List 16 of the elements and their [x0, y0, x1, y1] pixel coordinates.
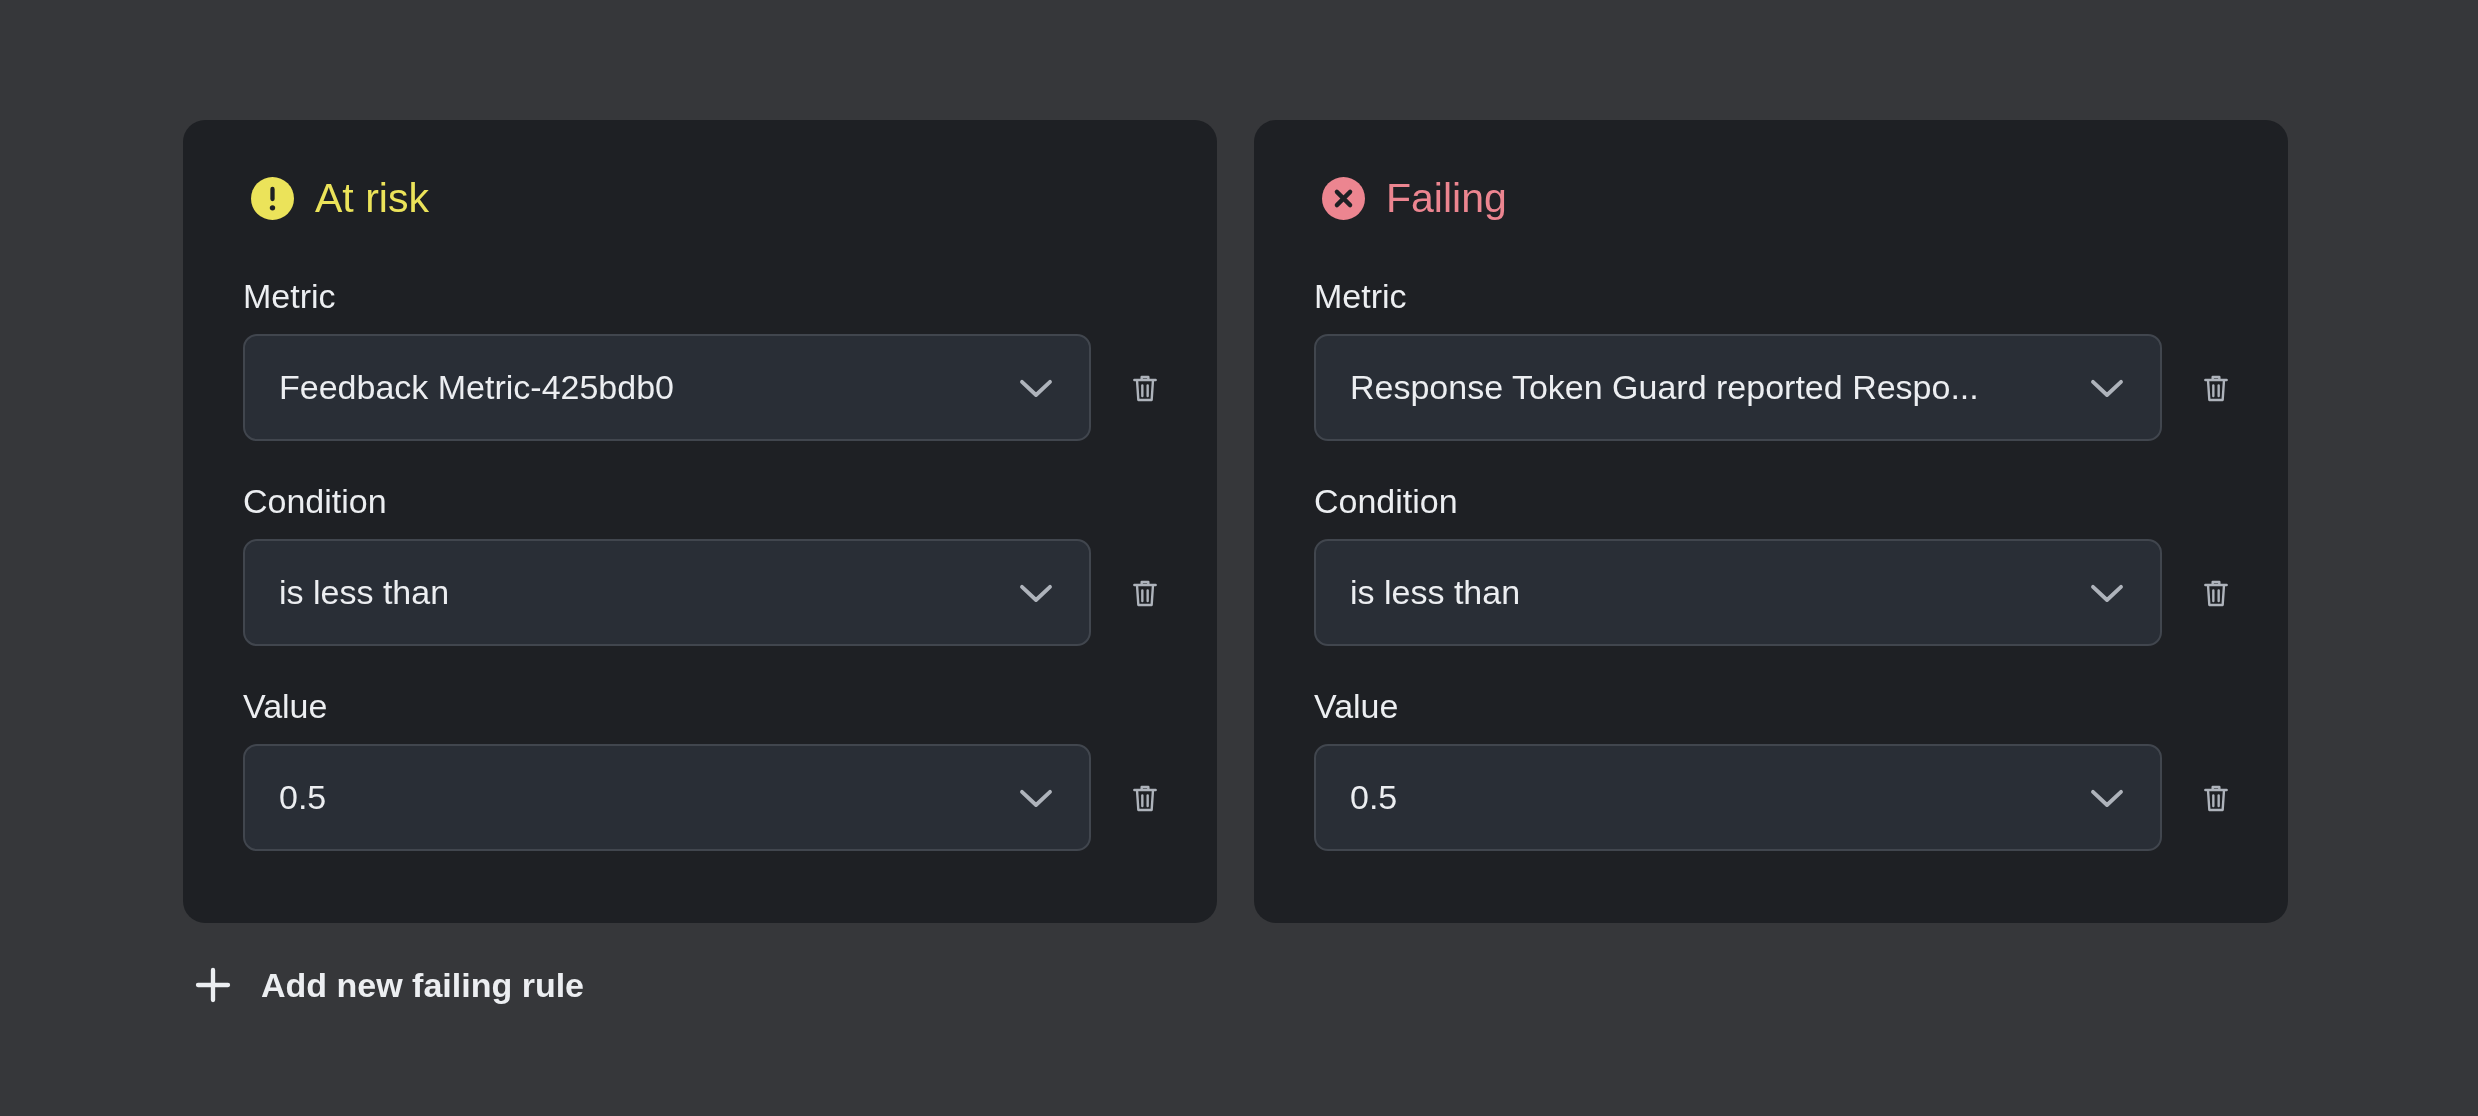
- field-label: Metric: [1314, 276, 1408, 317]
- plus-icon: [193, 965, 233, 1005]
- status-title: Failing: [1386, 174, 1507, 222]
- field-label: Value: [243, 686, 329, 727]
- dropdown-field[interactable]: Response Token Guard reported Respo...: [1314, 334, 2162, 441]
- field-label: Condition: [1314, 481, 1459, 522]
- dropdown-field[interactable]: is less than: [1314, 539, 2162, 646]
- field-label: Metric: [243, 276, 337, 317]
- dropdown-field[interactable]: 0.5: [243, 744, 1091, 851]
- field-label: Value: [1314, 686, 1400, 727]
- field-label: Condition: [243, 481, 388, 522]
- dropdown-field[interactable]: is less than: [243, 539, 1091, 646]
- status-title: At risk: [315, 174, 429, 222]
- dropdown-field[interactable]: Feedback Metric-425bdb0: [243, 334, 1091, 441]
- add-rule-button[interactable]: Add new failing rule: [183, 965, 585, 1005]
- dropdown-field[interactable]: 0.5: [1314, 744, 2162, 851]
